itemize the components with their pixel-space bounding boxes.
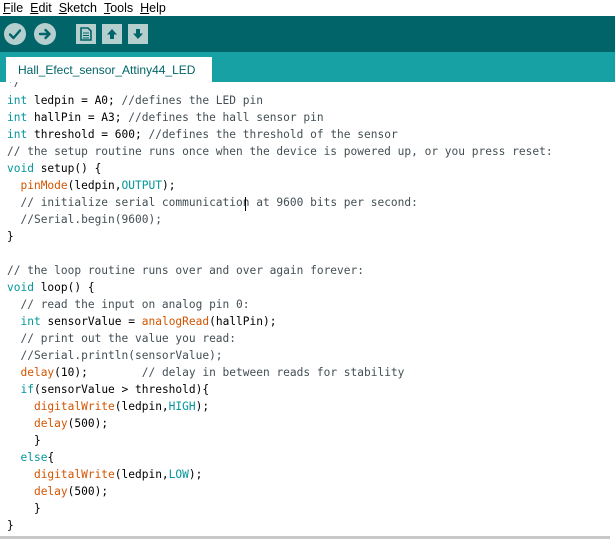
tab-sketch[interactable]: Hall_Efect_sensor_Attiny44_LED bbox=[6, 57, 212, 82]
code-line-15: int sensorValue = analogRead(hallPin); bbox=[20, 315, 277, 328]
code-line-8: // initialize serial communication at 96… bbox=[20, 196, 418, 209]
new-button[interactable] bbox=[76, 24, 96, 44]
code-line-4: int threshold = 600; //defines the thres… bbox=[7, 128, 398, 141]
open-button[interactable] bbox=[102, 24, 122, 44]
new-icon bbox=[80, 27, 92, 41]
code-line-23: else{ bbox=[20, 451, 55, 464]
code-line-16: // print out the value you read: bbox=[20, 332, 237, 345]
upload-icon bbox=[38, 28, 51, 40]
code-line-2: int ledpin = A0; //defines the LED pin bbox=[7, 94, 263, 107]
code-line-21: delay(500); bbox=[33, 417, 109, 430]
verify-icon bbox=[8, 29, 22, 40]
menu-file[interactable]: File bbox=[3, 0, 23, 16]
text-caret bbox=[245, 197, 246, 211]
menu-help[interactable]: Help bbox=[140, 0, 166, 16]
save-button[interactable] bbox=[128, 24, 148, 44]
code-line-25: delay(500); bbox=[33, 485, 109, 498]
code-line-1: */ bbox=[7, 82, 21, 89]
upload-button[interactable] bbox=[34, 23, 56, 45]
code-line-24: digitalWrite(ledpin,LOW); bbox=[33, 468, 203, 481]
code-line-26: } bbox=[7, 502, 41, 515]
open-icon bbox=[107, 29, 117, 39]
menu-edit[interactable]: Edit bbox=[30, 0, 52, 16]
code-line-6: void setup() { bbox=[7, 162, 102, 175]
save-icon bbox=[133, 29, 143, 39]
code-editor[interactable]: */ int ledpin = A0; //defines the LED pi… bbox=[0, 82, 615, 539]
code-line-18: delay(10); // delay in between reads for… bbox=[20, 366, 405, 379]
menu-sketch[interactable]: Sketch bbox=[59, 0, 97, 16]
code-line-5: // the setup routine runs once when the … bbox=[7, 145, 553, 158]
code-line-10: } bbox=[7, 230, 14, 243]
code-line-7: pinMode(ledpin,OUTPUT); bbox=[20, 179, 176, 192]
code-line-9: //Serial.begin(9600); bbox=[20, 213, 162, 226]
code-line-19: if(sensorValue > threshold){ bbox=[20, 383, 210, 396]
code-line-14: // read the input on analog pin 0: bbox=[20, 298, 250, 311]
menu-tools[interactable]: Tools bbox=[104, 0, 133, 16]
code-line-22: } bbox=[7, 434, 41, 447]
tab-strip: Hall_Efect_sensor_Attiny44_LED bbox=[0, 52, 615, 82]
code-line-17: //Serial.println(sensorValue); bbox=[20, 349, 223, 362]
verify-button[interactable] bbox=[4, 23, 26, 45]
tab-label: Hall_Efect_sensor_Attiny44_LED bbox=[18, 62, 196, 77]
code-line-12: // the loop routine runs over and over a… bbox=[7, 264, 364, 277]
code-line-27: } bbox=[7, 519, 14, 532]
code-line-20: digitalWrite(ledpin,HIGH); bbox=[33, 400, 210, 413]
code-line-3: int hallPin = A3; //defines the hall sen… bbox=[7, 111, 324, 124]
toolbar bbox=[0, 16, 615, 52]
code-line-13: void loop() { bbox=[7, 281, 95, 294]
menu-bar: File Edit Sketch Tools Help bbox=[0, 0, 615, 16]
